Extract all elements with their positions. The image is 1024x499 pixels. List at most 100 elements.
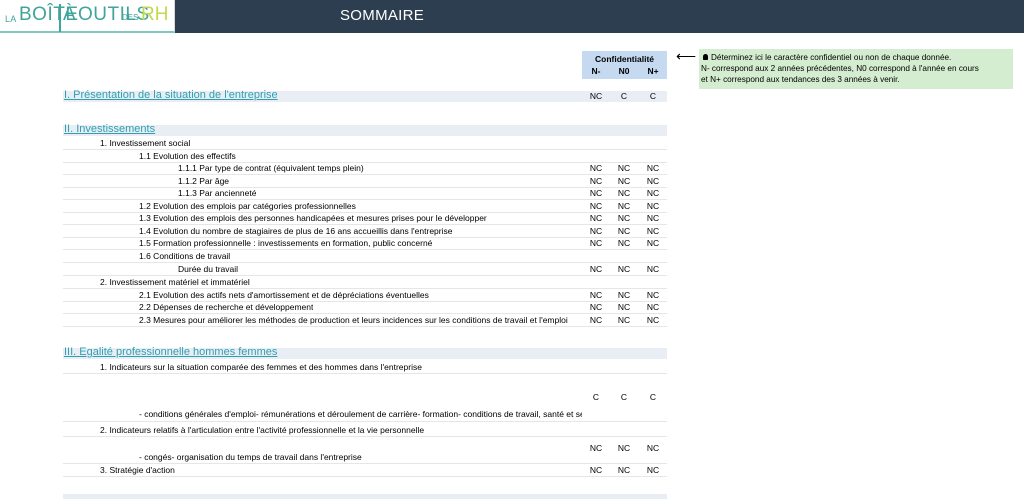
table-row: 1.1 Evolution des effectifs xyxy=(63,151,667,163)
table-row: 2.1 Evolution des actifs nets d'amortiss… xyxy=(63,290,667,302)
row-label: - conditions générales d'emploi- rémunér… xyxy=(139,409,582,419)
row-label: 1. Investissement social xyxy=(100,138,191,148)
column-header-n0: N0 xyxy=(618,66,630,76)
value-cell[interactable]: NC xyxy=(610,302,638,312)
value-cell[interactable]: NC xyxy=(610,213,638,223)
row-label: 2.3 Mesures pour améliorer les méthodes … xyxy=(139,315,568,325)
column-header-n-minus: N- xyxy=(591,66,601,76)
value-cell[interactable]: NC xyxy=(610,238,638,248)
value-cell[interactable]: NC xyxy=(610,226,638,236)
logo-text-la: LA xyxy=(5,14,17,24)
table-row: - congés- organisation du temps de trava… xyxy=(63,452,667,464)
value-cell[interactable]: C xyxy=(610,392,638,402)
value-cell[interactable]: NC xyxy=(610,163,638,173)
table-row: 1.4 Evolution du nombre de stagiaires de… xyxy=(63,226,667,238)
value-cell[interactable]: NC xyxy=(610,264,638,274)
table-row: 1. Indicateurs sur la situation comparée… xyxy=(63,362,667,374)
table-row: 1.3 Evolution des emplois des personnes … xyxy=(63,213,667,225)
value-cell[interactable]: NC xyxy=(582,315,610,325)
table-row: 3. Stratégie d'action NC NC NC xyxy=(63,465,667,477)
value-cell[interactable]: NC xyxy=(582,91,610,101)
value-cell[interactable]: NC xyxy=(639,264,667,274)
row-label: 2. Indicateurs relatifs à l'articulation… xyxy=(100,425,425,435)
table-row: 1.6 Conditions de travail xyxy=(63,251,667,263)
value-cell[interactable]: NC xyxy=(610,465,638,475)
table-row: 1.1.3 Par ancienneté NC NC NC xyxy=(63,188,667,200)
value-cell[interactable]: C xyxy=(639,91,667,101)
arrow-left-icon: ⟵ xyxy=(676,48,697,64)
value-cell[interactable]: NC xyxy=(582,238,610,248)
row-label: 2.2 Dépenses de recherche et développeme… xyxy=(139,302,314,312)
value-cell[interactable]: NC xyxy=(639,176,667,186)
value-cell[interactable]: C xyxy=(582,392,610,402)
row-label: 1.1.1 Par type de contrat (équivalent te… xyxy=(178,163,364,173)
section-row-partial xyxy=(63,494,667,499)
value-cell[interactable]: NC xyxy=(639,290,667,300)
table-row: 1.1.1 Par type de contrat (équivalent te… xyxy=(63,163,667,175)
value-cell[interactable]: NC xyxy=(582,163,610,173)
lightbulb-icon xyxy=(703,54,708,60)
value-cell[interactable]: NC xyxy=(582,302,610,312)
table-row: 1.1.2 Par âge NC NC NC xyxy=(63,176,667,188)
value-cell[interactable]: NC xyxy=(639,213,667,223)
table-row: 2.3 Mesures pour améliorer les méthodes … xyxy=(63,315,667,327)
row-label: 2.1 Evolution des actifs nets d'amortiss… xyxy=(139,290,429,300)
logo-text-a: À xyxy=(59,4,76,32)
row-label: 1.3 Evolution des emplois des personnes … xyxy=(139,213,487,223)
row-label: - congés- organisation du temps de trava… xyxy=(139,452,362,462)
section-link[interactable]: II. Investissements xyxy=(64,123,155,135)
confidentiality-title: Confidentialité xyxy=(594,54,655,64)
value-cell[interactable]: NC xyxy=(610,315,638,325)
table-row: 2. Investissement matériel et immatériel xyxy=(63,277,667,289)
value-cell[interactable]: C xyxy=(639,392,667,402)
logo-text-des: DES xyxy=(122,13,139,22)
value-cell[interactable]: NC xyxy=(582,213,610,223)
value-cell[interactable]: NC xyxy=(639,465,667,475)
value-cell[interactable]: NC xyxy=(582,226,610,236)
value-cell[interactable]: NC xyxy=(639,188,667,198)
page-title: SOMMAIRE xyxy=(340,7,425,24)
table-row: 1.2 Evolution des emplois par catégories… xyxy=(63,201,667,213)
value-cell[interactable]: NC xyxy=(639,163,667,173)
row-label: 1.6 Conditions de travail xyxy=(139,251,231,261)
row-label: 1.1 Evolution des effectifs xyxy=(139,151,236,161)
value-cell[interactable]: NC xyxy=(639,315,667,325)
info-note: Déterminez ici le caractère confidentiel… xyxy=(699,49,1013,89)
table-row: 2.2 Dépenses de recherche et développeme… xyxy=(63,302,667,314)
value-cell[interactable]: NC xyxy=(639,226,667,236)
value-cell[interactable]: NC xyxy=(610,176,638,186)
row-label: 1.1.2 Par âge xyxy=(178,176,230,186)
note-line-2: N- correspond aux 2 années précédentes, … xyxy=(701,64,979,73)
value-cell[interactable]: NC xyxy=(582,465,610,475)
logo-text-outils: OUTILS xyxy=(78,4,150,25)
section-link[interactable]: I. Présentation de la situation de l'ent… xyxy=(64,89,278,101)
value-cell[interactable]: NC xyxy=(582,201,610,211)
value-cell[interactable]: NC xyxy=(582,290,610,300)
value-cell[interactable]: NC xyxy=(639,238,667,248)
logo[interactable]: LA BOÎTE À OUTILS DES RH xyxy=(0,0,175,33)
value-cell[interactable]: NC xyxy=(610,290,638,300)
row-label: 3. Stratégie d'action xyxy=(100,465,175,475)
value-cell[interactable]: NC xyxy=(582,188,610,198)
value-cell[interactable]: NC xyxy=(639,302,667,312)
section-row: III. Egalité professionnelle hommes femm… xyxy=(63,346,667,359)
note-line-3: et N+ correspond aux tendances des 3 ann… xyxy=(701,75,900,84)
table-row: 1.5 Formation professionnelle : investis… xyxy=(63,238,667,250)
table-row: 1. Investissement social xyxy=(63,138,667,150)
table-row: - conditions générales d'emploi- rémunér… xyxy=(63,409,667,422)
value-cell[interactable]: C xyxy=(610,91,638,101)
section-link[interactable]: III. Egalité professionnelle hommes femm… xyxy=(64,346,277,358)
table-row: 2. Indicateurs relatifs à l'articulation… xyxy=(63,425,667,437)
row-label: 1.1.3 Par ancienneté xyxy=(178,188,257,198)
value-cell[interactable]: NC xyxy=(610,188,638,198)
value-cell[interactable]: NC xyxy=(582,176,610,186)
value-cell[interactable]: NC xyxy=(639,201,667,211)
row-label: 1.4 Evolution du nombre de stagiaires de… xyxy=(139,226,453,236)
value-cell[interactable]: NC xyxy=(610,201,638,211)
value-cell[interactable]: NC xyxy=(582,264,610,274)
section-row: I. Présentation de la situation de l'ent… xyxy=(63,89,667,102)
row-label: 2. Investissement matériel et immatériel xyxy=(100,277,250,287)
table-row: Durée du travail NC NC NC xyxy=(63,264,667,276)
section-row: II. Investissements xyxy=(63,123,667,136)
top-header: LA BOÎTE À OUTILS DES RH SOMMAIRE xyxy=(0,0,1024,33)
